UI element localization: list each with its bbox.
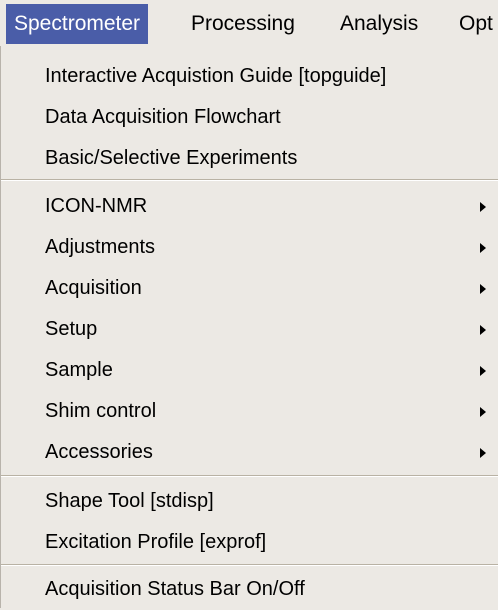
spectrometer-dropdown-menu: Interactive Acquistion Guide [topguide] … <box>0 46 498 608</box>
menu-processing[interactable]: Processing <box>183 4 303 44</box>
menu-item-label: Shim control <box>45 400 157 422</box>
menu-item-label: Basic/Selective Experiments <box>45 147 298 169</box>
menu-separator <box>1 179 498 181</box>
menu-item-label: Acquisition Status Bar On/Off <box>45 578 305 600</box>
menu-item-label: ICON-NMR <box>45 195 148 217</box>
submenu-arrow-icon <box>480 202 486 212</box>
menu-analysis[interactable]: Analysis <box>332 4 426 44</box>
menu-item-basic-selective-experiments[interactable]: Basic/Selective Experiments <box>1 138 498 179</box>
menu-item-label: Interactive Acquistion Guide [topguide] <box>45 65 387 87</box>
menu-item-excitation-profile[interactable]: Excitation Profile [exprof] <box>1 522 498 563</box>
menu-separator <box>1 564 498 566</box>
menu-item-label: Data Acquisition Flowchart <box>45 106 281 128</box>
submenu-arrow-icon <box>480 366 486 376</box>
menu-item-label: Acquisition <box>45 277 142 299</box>
menu-item-shape-tool[interactable]: Shape Tool [stdisp] <box>1 481 498 522</box>
menu-options[interactable]: Opt <box>451 4 498 44</box>
menu-item-accessories[interactable]: Accessories <box>1 432 498 473</box>
menu-item-label: Sample <box>45 359 113 381</box>
menu-item-sample[interactable]: Sample <box>1 350 498 391</box>
menu-separator <box>1 475 498 477</box>
submenu-arrow-icon <box>480 325 486 335</box>
submenu-arrow-icon <box>480 243 486 253</box>
menu-item-label: Accessories <box>45 441 153 463</box>
menu-item-adjustments[interactable]: Adjustments <box>1 227 498 268</box>
menu-item-label: Adjustments <box>45 236 156 258</box>
submenu-arrow-icon <box>480 448 486 458</box>
menu-item-setup[interactable]: Setup <box>1 309 498 350</box>
submenu-arrow-icon <box>480 284 486 294</box>
menu-item-data-acquisition-flowchart[interactable]: Data Acquisition Flowchart <box>1 97 498 138</box>
menu-item-interactive-acquisition-guide[interactable]: Interactive Acquistion Guide [topguide] <box>1 56 498 97</box>
menu-item-shim-control[interactable]: Shim control <box>1 391 498 432</box>
menu-item-label: Setup <box>45 318 98 340</box>
menu-item-acquisition-status-bar-toggle[interactable]: Acquisition Status Bar On/Off <box>1 569 498 610</box>
menu-item-label: Excitation Profile [exprof] <box>45 531 267 553</box>
menu-bar: Spectrometer Processing Analysis Opt <box>0 0 498 46</box>
menu-item-label: Shape Tool [stdisp] <box>45 490 214 512</box>
menu-item-acquisition[interactable]: Acquisition <box>1 268 498 309</box>
menu-spectrometer[interactable]: Spectrometer <box>6 4 149 44</box>
submenu-arrow-icon <box>480 407 486 417</box>
menu-item-icon-nmr[interactable]: ICON-NMR <box>1 186 498 227</box>
